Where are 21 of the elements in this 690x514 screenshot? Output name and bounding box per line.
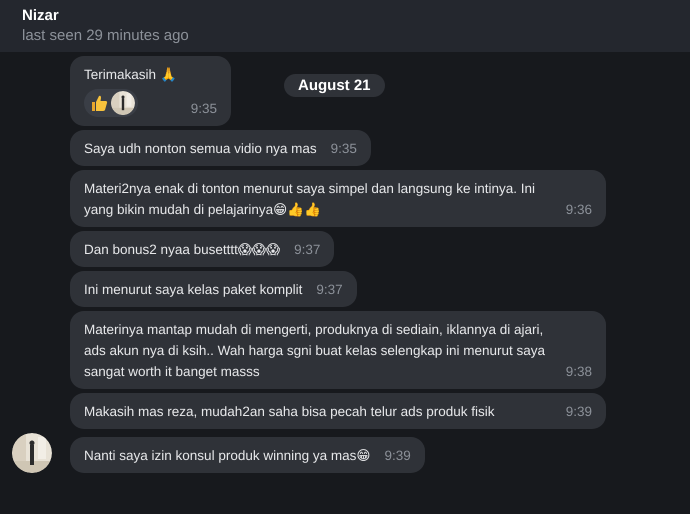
message-text: Terimakasih 🙏: [84, 67, 177, 82]
message-text: Nanti saya izin konsul produk winning ya mas😁: [84, 448, 370, 463]
message-text: Saya udh nonton semua vidio nya mas: [84, 141, 317, 156]
message-text: Makasih mas reza, mudah2an saha bisa pecah telur ads produk fisik: [84, 404, 494, 419]
message-time: 9:37: [294, 241, 320, 259]
message-time: 9:35: [330, 140, 357, 158]
thumbs-up-icon: [89, 93, 109, 113]
message-text: Ini menurut saya kelas paket komplit: [84, 282, 302, 297]
date-divider: August 21: [284, 74, 385, 97]
message-time: 9:39: [384, 447, 411, 465]
message-time: 9:37: [316, 281, 343, 299]
reaction-pill[interactable]: [84, 89, 138, 117]
message-text: Materinya mantap mudah di mengerti, produknya di sediain, iklannya di ajari, ads akun nya di ksih.. Wah harga sgni buat kelas selengkap ini menurut saya sangat worth it banget masss: [84, 322, 546, 379]
message-text: Materi2nya enak di tonton menurut saya simpel dan langsung ke intinya. Ini yang bikin mudah di pelajarinya😁👍👍: [84, 181, 536, 217]
message-time: 9:36: [566, 201, 592, 219]
last-seen-status: last seen 29 minutes ago: [22, 26, 190, 46]
contact-name: Nizar: [22, 6, 60, 26]
message-time: 9:39: [566, 403, 592, 421]
message-time: 9:38: [566, 363, 592, 381]
message-text: Dan bonus2 nyaa busetttt😱😱😱: [84, 242, 280, 257]
message-time: 9:35: [190, 100, 218, 118]
